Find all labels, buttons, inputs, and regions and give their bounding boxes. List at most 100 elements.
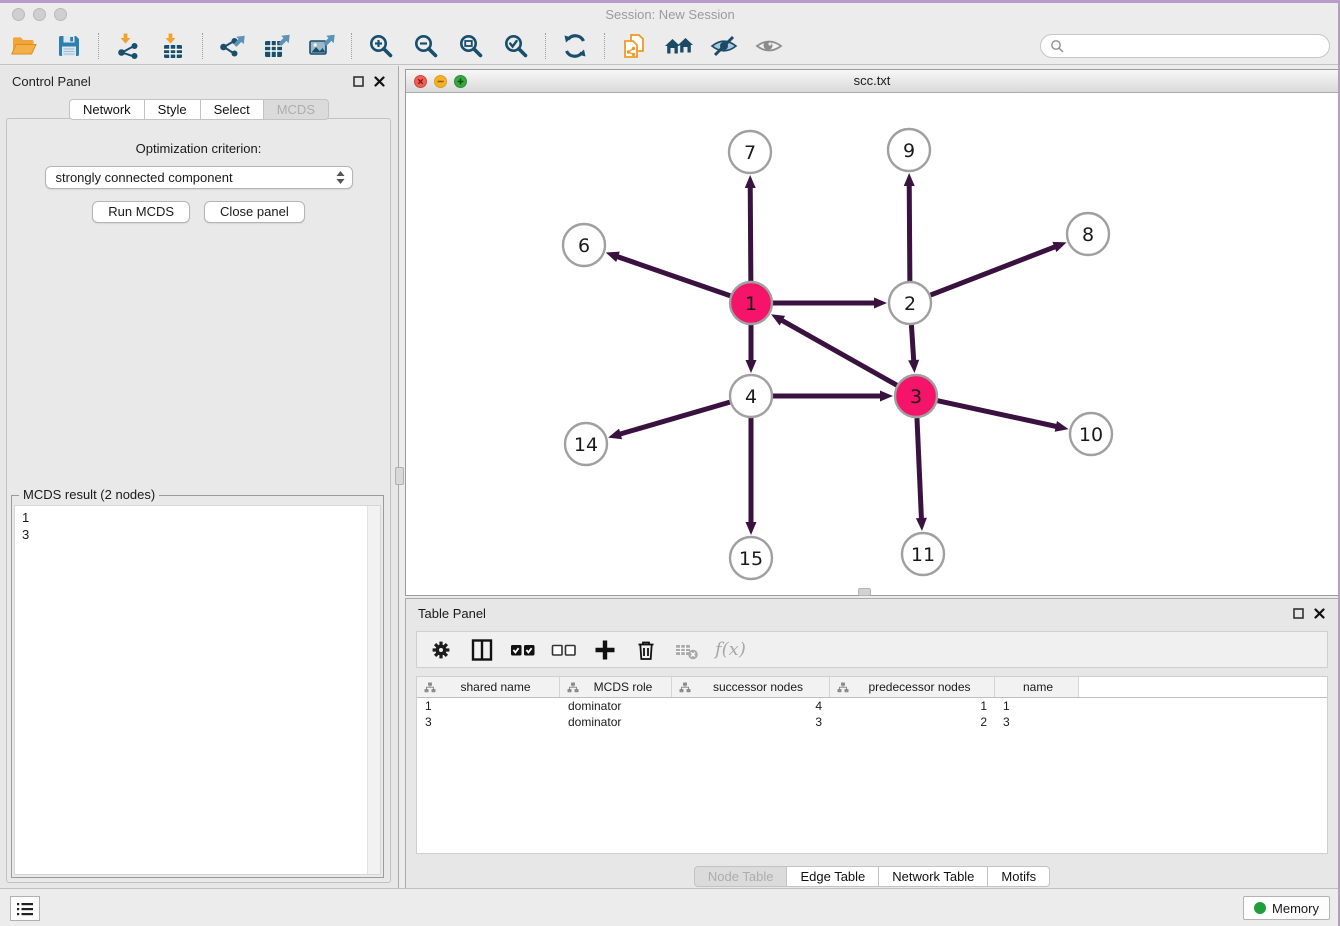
export-table-icon[interactable] [261,30,293,62]
close-table-panel-icon[interactable] [1313,607,1326,620]
graph-edge-4-14[interactable] [618,402,730,435]
node-label: 7 [744,142,756,164]
table-cell[interactable]: 3 [417,715,560,729]
column-header-MCDS-role[interactable]: MCDS role [560,677,672,697]
graph-edge-3-1[interactable] [780,319,897,385]
column-header-predecessor-nodes[interactable]: predecessor nodes [830,677,995,697]
toolbar-separator [351,33,352,59]
zoom-in-icon[interactable] [365,30,397,62]
close-view-icon[interactable] [414,75,427,88]
mcds-result-textarea[interactable]: 13 [14,505,381,875]
export-network-icon[interactable] [216,30,248,62]
settings-gear-icon[interactable] [428,637,454,663]
table-cell[interactable]: 3 [995,715,1079,729]
tab-select[interactable]: Select [200,99,264,120]
toolbar-separator [202,33,203,59]
graph-edge-1-7[interactable] [750,185,751,281]
tab-network[interactable]: Network [69,99,145,120]
network-window-title: scc.txt [406,70,1338,92]
table-cell[interactable]: dominator [560,699,672,713]
delete-column-icon[interactable] [633,637,659,663]
float-panel-icon[interactable] [352,75,365,88]
table-cell[interactable]: 1 [417,699,560,713]
table-cell[interactable]: 2 [830,715,995,729]
add-column-icon[interactable] [592,637,618,663]
result-scrollbar[interactable] [367,506,380,874]
table-cell[interactable]: 1 [995,699,1079,713]
tab-motifs[interactable]: Motifs [987,866,1050,887]
network-graph: 7968124314101511 [406,94,1338,596]
edge-arrowhead-icon [880,391,893,402]
export-image-icon[interactable] [306,30,338,62]
criterion-selected-value: strongly connected component [56,170,335,185]
graph-edge-3-11[interactable] [917,418,922,521]
save-session-icon[interactable] [53,30,85,62]
table-row[interactable]: 3dominator323 [417,714,1327,730]
zoom-window-button[interactable] [54,8,67,21]
control-panel-tabs: Network Style Select MCDS [0,99,398,120]
node-label: 6 [578,235,590,257]
criterion-dropdown[interactable]: strongly connected component [45,166,353,189]
table-cell[interactable]: 1 [830,699,995,713]
hide-selected-icon[interactable] [708,30,740,62]
toggle-columns-icon[interactable] [469,637,495,663]
control-panel-header: Control Panel [0,66,398,92]
refresh-view-icon[interactable] [559,30,591,62]
first-neighbors-icon[interactable] [663,30,695,62]
horizontal-splitter-grip[interactable] [858,588,871,596]
tab-style[interactable]: Style [144,99,201,120]
column-header-name[interactable]: name [995,677,1079,697]
task-history-button[interactable] [10,896,40,921]
table-row[interactable]: 1dominator411 [417,698,1327,714]
float-table-panel-icon[interactable] [1292,607,1305,620]
column-header-label: name [1002,680,1074,694]
table-cell[interactable]: 4 [672,699,830,713]
show-all-icon[interactable] [753,30,785,62]
import-table-icon[interactable] [157,30,189,62]
column-header-successor-nodes[interactable]: successor nodes [672,677,830,697]
zoom-fit-icon[interactable] [455,30,487,62]
column-header-label: shared name [436,680,555,694]
network-window-titlebar[interactable]: scc.txt [406,70,1338,93]
network-canvas[interactable]: 7968124314101511 [406,94,1338,595]
vertical-splitter-grip[interactable] [395,467,404,485]
maximize-view-icon[interactable] [454,75,467,88]
memory-button[interactable]: Memory [1243,896,1330,920]
zoom-selected-icon[interactable] [500,30,532,62]
toolbar-separator [545,33,546,59]
dropdown-stepper-icon [335,170,346,185]
tab-edge-table[interactable]: Edge Table [786,866,879,887]
graph-edge-3-10[interactable] [937,401,1058,427]
close-panel-icon[interactable] [373,75,386,88]
minimize-window-button[interactable] [33,8,46,21]
status-bar: Memory [0,888,1340,926]
graph-edge-2-3[interactable] [911,325,913,363]
search-icon [1050,39,1064,53]
run-mcds-button[interactable]: Run MCDS [92,201,190,223]
table-cell[interactable]: 3 [672,715,830,729]
close-panel-button[interactable]: Close panel [204,201,305,223]
table-cell[interactable]: dominator [560,715,672,729]
clone-network-icon[interactable] [618,30,650,62]
open-file-icon[interactable] [8,30,40,62]
column-header-shared-name[interactable]: shared name [417,677,560,697]
import-network-icon[interactable] [112,30,144,62]
tab-network-table[interactable]: Network Table [878,866,988,887]
select-all-columns-icon[interactable] [510,637,536,663]
unselect-all-columns-icon[interactable] [551,637,577,663]
function-builder-icon[interactable]: f(x) [715,639,746,660]
control-panel-title: Control Panel [12,74,344,89]
close-window-button[interactable] [12,8,25,21]
column-header-label: predecessor nodes [849,680,990,694]
search-input[interactable] [1069,38,1320,53]
edge-arrowhead-icon [904,173,915,186]
zoom-out-icon[interactable] [410,30,442,62]
sort-hierarchy-icon [679,682,691,693]
delete-table-icon[interactable] [674,637,700,663]
graph-edge-2-8[interactable] [931,246,1058,295]
minimize-view-icon[interactable] [434,75,447,88]
graph-edge-2-9[interactable] [909,183,910,281]
tab-mcds[interactable]: MCDS [263,99,329,120]
tab-node-table[interactable]: Node Table [694,866,788,887]
graph-edge-1-6[interactable] [615,256,730,296]
